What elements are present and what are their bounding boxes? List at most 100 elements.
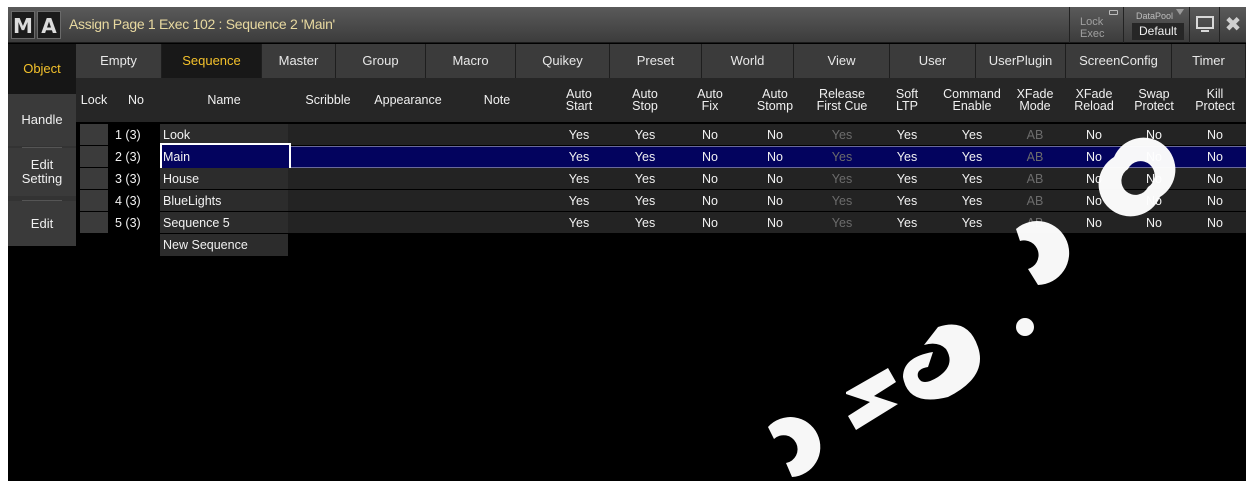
- datapool-selector[interactable]: DataPool Default: [1123, 7, 1189, 43]
- cell-auto-start[interactable]: Yes: [546, 212, 612, 234]
- cell-command-enable[interactable]: Yes: [938, 190, 1006, 212]
- column-header-swap-protect[interactable]: Swap Protect: [1124, 78, 1184, 122]
- cell-auto-stomp[interactable]: No: [742, 168, 808, 190]
- lock-cell[interactable]: [80, 168, 108, 189]
- cell-xfade-mode[interactable]: AB: [1006, 168, 1064, 190]
- cell-xfade-mode[interactable]: AB: [1006, 190, 1064, 212]
- table-row[interactable]: 3 (3) House Yes Yes No No Yes Yes Yes AB No No No: [76, 168, 1246, 190]
- cell-release-first-cue[interactable]: Yes: [808, 146, 876, 168]
- cell-xfade-reload[interactable]: No: [1064, 146, 1124, 168]
- cell-release-first-cue[interactable]: Yes: [808, 168, 876, 190]
- cell-kill-protect[interactable]: No: [1184, 212, 1246, 234]
- cell-no[interactable]: 1 (3): [112, 124, 160, 146]
- tab-user[interactable]: User: [890, 44, 976, 78]
- tab-timer[interactable]: Timer: [1172, 44, 1246, 78]
- column-header-name[interactable]: Name: [160, 78, 288, 122]
- cell-swap-protect[interactable]: No: [1124, 124, 1184, 146]
- cell-command-enable[interactable]: Yes: [938, 124, 1006, 146]
- cell-kill-protect[interactable]: No: [1184, 146, 1246, 168]
- cell-xfade-reload[interactable]: No: [1064, 190, 1124, 212]
- column-header-no[interactable]: No: [112, 78, 160, 122]
- cell-name[interactable]: Sequence 5: [160, 212, 288, 234]
- column-header-scribble[interactable]: Scribble: [288, 78, 368, 122]
- tab-screenconfig[interactable]: ScreenConfig: [1066, 44, 1172, 78]
- column-header-auto-fix[interactable]: Auto Fix: [678, 78, 742, 122]
- cell-auto-stop[interactable]: Yes: [612, 168, 678, 190]
- cell-xfade-reload[interactable]: No: [1064, 124, 1124, 146]
- cell-auto-fix[interactable]: No: [678, 146, 742, 168]
- ma-logo[interactable]: M A: [11, 11, 61, 39]
- cell-xfade-reload[interactable]: No: [1064, 212, 1124, 234]
- lock-exec-button[interactable]: Lock Exec: [1069, 7, 1123, 43]
- cell-name[interactable]: House: [160, 168, 288, 190]
- cell-auto-stop[interactable]: Yes: [612, 146, 678, 168]
- cell-soft-ltp[interactable]: Yes: [876, 190, 938, 212]
- cell-kill-protect[interactable]: No: [1184, 168, 1246, 190]
- cell-soft-ltp[interactable]: Yes: [876, 146, 938, 168]
- cell-auto-start[interactable]: Yes: [546, 168, 612, 190]
- cell-xfade-reload[interactable]: No: [1064, 168, 1124, 190]
- cell-release-first-cue[interactable]: Yes: [808, 212, 876, 234]
- cell-auto-fix[interactable]: No: [678, 168, 742, 190]
- column-header-auto-start[interactable]: Auto Start: [546, 78, 612, 122]
- cell-command-enable[interactable]: Yes: [938, 146, 1006, 168]
- cell-name[interactable]: BlueLights: [160, 190, 288, 212]
- cell-auto-start[interactable]: Yes: [546, 124, 612, 146]
- tab-world[interactable]: World: [702, 44, 794, 78]
- column-header-appearance[interactable]: Appearance: [368, 78, 448, 122]
- cell-no[interactable]: 2 (3): [112, 146, 160, 168]
- cell-auto-stop[interactable]: Yes: [612, 190, 678, 212]
- column-header-xfade-reload[interactable]: XFade Reload: [1064, 78, 1124, 122]
- cell-swap-protect[interactable]: No: [1124, 146, 1184, 168]
- tab-empty[interactable]: Empty: [76, 44, 162, 78]
- tab-master[interactable]: Master: [262, 44, 336, 78]
- cell-auto-stomp[interactable]: No: [742, 212, 808, 234]
- lock-cell[interactable]: [80, 190, 108, 211]
- cell-kill-protect[interactable]: No: [1184, 190, 1246, 212]
- tab-quikey[interactable]: Quikey: [516, 44, 610, 78]
- tab-userplugin[interactable]: UserPlugin: [976, 44, 1066, 78]
- screen-button[interactable]: [1189, 7, 1219, 43]
- cell-no[interactable]: 5 (3): [112, 212, 160, 234]
- cell-command-enable[interactable]: Yes: [938, 168, 1006, 190]
- column-header-auto-stomp[interactable]: Auto Stomp: [742, 78, 808, 122]
- tab-group[interactable]: Group: [336, 44, 426, 78]
- cell-command-enable[interactable]: Yes: [938, 212, 1006, 234]
- cell-auto-fix[interactable]: No: [678, 190, 742, 212]
- column-header-lock[interactable]: Lock: [76, 78, 112, 122]
- cell-xfade-mode[interactable]: AB: [1006, 212, 1064, 234]
- cell-auto-stomp[interactable]: No: [742, 190, 808, 212]
- sidebar-item-edit-setting[interactable]: Edit Setting: [8, 148, 76, 196]
- sidebar-item-object[interactable]: Object: [8, 44, 76, 94]
- cell-kill-protect[interactable]: No: [1184, 124, 1246, 146]
- column-header-release-first-cue[interactable]: Release First Cue: [808, 78, 876, 122]
- column-header-command-enable[interactable]: Command Enable: [938, 78, 1006, 122]
- cell-auto-start[interactable]: Yes: [546, 190, 612, 212]
- lock-cell[interactable]: [80, 146, 108, 167]
- cell-xfade-mode[interactable]: AB: [1006, 146, 1064, 168]
- table-row[interactable]: 2 (3) Main Yes Yes No No Yes Yes Yes AB No No No: [76, 143, 1246, 170]
- cell-name[interactable]: Main: [160, 146, 288, 168]
- cell-auto-start[interactable]: Yes: [546, 146, 612, 168]
- cell-auto-fix[interactable]: No: [678, 124, 742, 146]
- cell-no[interactable]: 4 (3): [112, 190, 160, 212]
- cell-swap-protect[interactable]: No: [1124, 168, 1184, 190]
- lock-cell[interactable]: [80, 124, 108, 145]
- column-header-xfade-mode[interactable]: XFade Mode: [1006, 78, 1064, 122]
- cell-no[interactable]: 3 (3): [112, 168, 160, 190]
- new-sequence-row[interactable]: New Sequence: [160, 234, 288, 256]
- tab-view[interactable]: View: [794, 44, 890, 78]
- cell-auto-stop[interactable]: Yes: [612, 124, 678, 146]
- column-header-note[interactable]: Note: [448, 78, 546, 122]
- column-header-auto-stop[interactable]: Auto Stop: [612, 78, 678, 122]
- cell-release-first-cue[interactable]: Yes: [808, 124, 876, 146]
- cell-auto-stomp[interactable]: No: [742, 124, 808, 146]
- cell-release-first-cue[interactable]: Yes: [808, 190, 876, 212]
- cell-auto-stop[interactable]: Yes: [612, 212, 678, 234]
- cell-swap-protect[interactable]: No: [1124, 212, 1184, 234]
- cell-auto-stomp[interactable]: No: [742, 146, 808, 168]
- column-header-kill-protect[interactable]: Kill Protect: [1184, 78, 1246, 122]
- table-row[interactable]: 4 (3) BlueLights Yes Yes No No Yes Yes Yes AB No No…: [76, 190, 1246, 212]
- cell-soft-ltp[interactable]: Yes: [876, 168, 938, 190]
- cell-soft-ltp[interactable]: Yes: [876, 212, 938, 234]
